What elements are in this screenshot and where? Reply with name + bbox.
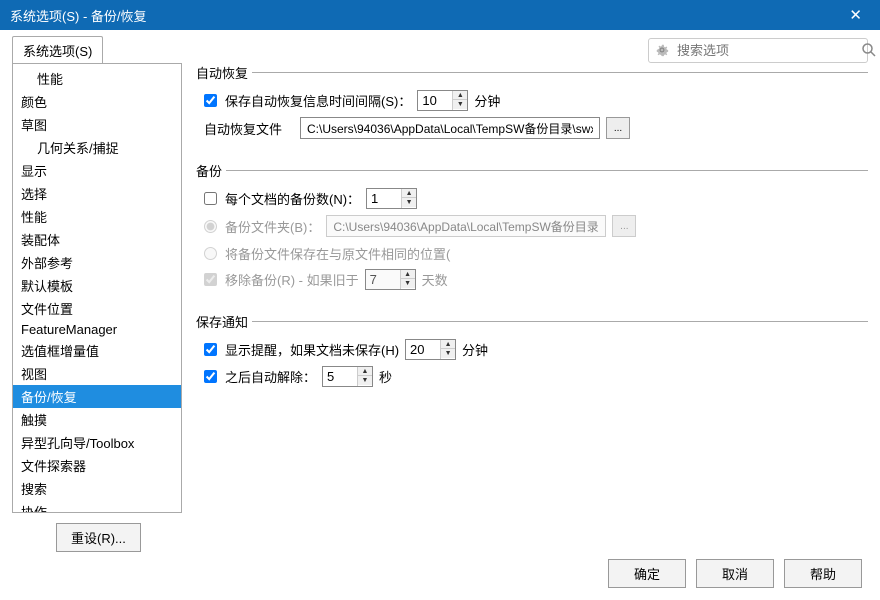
backup-sameloc-label: 将备份文件保存在与原文件相同的位置( xyxy=(225,244,450,263)
nav-item[interactable]: 视图 xyxy=(13,362,181,385)
window-title: 系统选项(S) - 备份/恢复 xyxy=(10,6,147,25)
autorecover-save-checkbox[interactable] xyxy=(204,94,217,107)
notify-show-unit: 分钟 xyxy=(462,340,488,359)
nav-item[interactable]: 搜索 xyxy=(13,477,181,500)
nav-item[interactable]: 选值框增量值 xyxy=(13,339,181,362)
autorecover-file-label: 自动恢复文件 xyxy=(204,119,294,138)
backup-count-label: 每个文档的备份数(N)： xyxy=(225,189,360,208)
backup-remove-checkbox xyxy=(204,273,217,286)
nav-item[interactable]: 外部参考 xyxy=(13,251,181,274)
backup-folder-radio xyxy=(204,220,217,233)
settings-panel: 自动恢复 保存自动恢复信息时间间隔(S)： ▲▼ 分钟 自动恢复文件 ... 备… xyxy=(182,63,868,513)
reset-button[interactable]: 重设(R)... xyxy=(56,523,141,552)
notify-dismiss-spinner[interactable]: ▲▼ xyxy=(322,366,373,387)
spin-up-icon[interactable]: ▲ xyxy=(358,367,372,376)
search-input[interactable] xyxy=(675,42,855,59)
spin-down-icon[interactable]: ▼ xyxy=(402,198,416,207)
group-notify: 保存通知 显示提醒，如果文档未保存(H) ▲▼ 分钟 之后自动解除： ▲▼ 秒 xyxy=(198,312,868,401)
gear-icon xyxy=(655,43,669,57)
spin-up-icon[interactable]: ▲ xyxy=(402,189,416,198)
backup-count-checkbox[interactable] xyxy=(204,192,217,205)
backup-sameloc-radio xyxy=(204,247,217,260)
notify-dismiss-label: 之后自动解除： xyxy=(225,367,316,386)
toolbar: 系统选项(S) xyxy=(0,30,880,64)
search-icon[interactable] xyxy=(861,42,877,58)
group-legend: 备份 xyxy=(196,161,226,180)
nav-item[interactable]: 草图 xyxy=(13,113,181,136)
nav-item[interactable]: 选择 xyxy=(13,182,181,205)
spin-down-icon[interactable]: ▼ xyxy=(441,349,455,358)
backup-folder-input xyxy=(326,215,606,237)
nav-item[interactable]: 性能 xyxy=(13,205,181,228)
backup-count-input[interactable] xyxy=(367,189,401,208)
backup-remove-input xyxy=(366,270,400,289)
nav-item[interactable]: 协作 xyxy=(13,500,181,513)
nav-item[interactable]: 文件位置 xyxy=(13,297,181,320)
spin-up-icon: ▲ xyxy=(401,270,415,279)
spin-down-icon[interactable]: ▼ xyxy=(358,376,372,385)
group-backup: 备份 每个文档的备份数(N)： ▲▼ 备份文件夹(B)： ... 将备份文件保存… xyxy=(198,161,868,304)
nav-item[interactable]: 备份/恢复 xyxy=(13,385,181,408)
group-legend: 自动恢复 xyxy=(196,63,252,82)
help-button[interactable]: 帮助 xyxy=(784,559,862,588)
cancel-button[interactable]: 取消 xyxy=(696,559,774,588)
group-autorecover: 自动恢复 保存自动恢复信息时间间隔(S)： ▲▼ 分钟 自动恢复文件 ... xyxy=(198,63,868,153)
autorecover-interval-spinner[interactable]: ▲▼ xyxy=(417,90,468,111)
autorecover-file-input[interactable] xyxy=(300,117,600,139)
spin-up-icon[interactable]: ▲ xyxy=(453,91,467,100)
tab-system-options[interactable]: 系统选项(S) xyxy=(12,36,103,64)
notify-dismiss-unit: 秒 xyxy=(379,367,392,386)
autorecover-save-label: 保存自动恢复信息时间间隔(S)： xyxy=(225,91,411,110)
spin-up-icon[interactable]: ▲ xyxy=(441,340,455,349)
spin-down-icon[interactable]: ▼ xyxy=(453,100,467,109)
ok-button[interactable]: 确定 xyxy=(608,559,686,588)
close-icon[interactable]: ✕ xyxy=(841,6,870,24)
nav-item[interactable]: 文件探索器 xyxy=(13,454,181,477)
group-legend: 保存通知 xyxy=(196,312,252,331)
backup-folder-label: 备份文件夹(B)： xyxy=(225,217,320,236)
nav-item[interactable]: 默认模板 xyxy=(13,274,181,297)
autorecover-interval-input[interactable] xyxy=(418,91,452,110)
notify-show-input[interactable] xyxy=(406,340,440,359)
backup-browse-button: ... xyxy=(612,215,636,237)
nav-item[interactable]: 异型孔向导/Toolbox xyxy=(13,431,181,454)
nav-item[interactable]: 性能 xyxy=(13,67,181,90)
autorecover-unit: 分钟 xyxy=(474,91,500,110)
nav-item[interactable]: 触摸 xyxy=(13,408,181,431)
notify-show-checkbox[interactable] xyxy=(204,343,217,356)
notify-show-spinner[interactable]: ▲▼ xyxy=(405,339,456,360)
backup-remove-unit: 天数 xyxy=(422,270,448,289)
titlebar: 系统选项(S) - 备份/恢复 ✕ xyxy=(0,0,880,30)
spin-down-icon: ▼ xyxy=(401,279,415,288)
backup-count-spinner[interactable]: ▲▼ xyxy=(366,188,417,209)
nav-item[interactable]: FeatureManager xyxy=(13,320,181,339)
notify-show-label: 显示提醒，如果文档未保存(H) xyxy=(225,340,399,359)
notify-dismiss-input[interactable] xyxy=(323,367,357,386)
nav-item[interactable]: 显示 xyxy=(13,159,181,182)
search-box[interactable] xyxy=(648,38,868,63)
nav-item[interactable]: 装配体 xyxy=(13,228,181,251)
backup-remove-label: 移除备份(R) - 如果旧于 xyxy=(225,270,359,289)
nav-item[interactable]: 颜色 xyxy=(13,90,181,113)
nav-item[interactable]: 几何关系/捕捉 xyxy=(13,136,181,159)
backup-remove-spinner: ▲▼ xyxy=(365,269,416,290)
footer-buttons: 确定 取消 帮助 xyxy=(608,559,862,588)
autorecover-browse-button[interactable]: ... xyxy=(606,117,630,139)
notify-dismiss-checkbox[interactable] xyxy=(204,370,217,383)
nav-tree[interactable]: 区域剖面线/填充性能颜色草图几何关系/捕捉显示选择性能装配体外部参考默认模板文件… xyxy=(12,63,182,513)
